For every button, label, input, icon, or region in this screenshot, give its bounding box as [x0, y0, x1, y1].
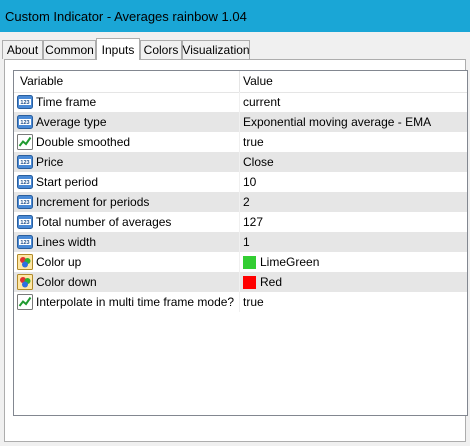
window-titlebar[interactable]: Custom Indicator - Averages rainbow 1.04 — [0, 0, 470, 32]
table-row[interactable]: Interpolate in multi time frame mode? tru… — [14, 292, 467, 312]
variable-cell: 123 Increment for periods — [14, 192, 240, 212]
tab-about[interactable]: About — [2, 40, 43, 59]
tab-visualization[interactable]: Visualization — [182, 40, 250, 59]
value-text: LimeGreen — [260, 255, 320, 269]
variable-label: Color up — [36, 255, 82, 269]
tab-colors-label: Colors — [143, 43, 179, 57]
tab-common-label: Common — [45, 43, 94, 57]
table-row[interactable]: 123 Price Close — [14, 152, 467, 172]
value-cell[interactable]: true — [243, 292, 264, 312]
value-text: true — [243, 135, 264, 149]
tab-about-label: About — [6, 43, 39, 57]
value-cell[interactable]: true — [243, 132, 264, 152]
tab-inputs-label: Inputs — [101, 42, 135, 57]
numeric-123-icon: 123 — [17, 174, 33, 190]
value-cell[interactable]: Exponential moving average - EMA — [243, 112, 431, 132]
variable-cell: Color up — [14, 252, 240, 272]
value-cell[interactable]: 1 — [243, 232, 250, 252]
variable-cell: Interpolate in multi time frame mode? — [14, 292, 240, 312]
tab-common[interactable]: Common — [43, 40, 96, 59]
table-row[interactable]: Double smoothed true — [14, 132, 467, 152]
svg-text:123: 123 — [20, 180, 29, 186]
tab-strip: About Common Inputs Colors Visualization — [0, 38, 470, 60]
value-cell[interactable]: LimeGreen — [243, 252, 319, 272]
tab-colors[interactable]: Colors — [140, 40, 182, 59]
value-text: 2 — [243, 195, 250, 209]
column-header-value-label: Value — [243, 74, 273, 88]
color-icon — [17, 254, 33, 270]
variable-cell: 123 Average type — [14, 112, 240, 132]
value-text: Close — [243, 155, 274, 169]
inputs-grid[interactable]: Variable Value 123 Time frame current 123 Av… — [13, 70, 468, 416]
value-text: current — [243, 95, 281, 109]
variable-label: Interpolate in multi time frame mode? — [36, 295, 235, 309]
table-row[interactable]: Color up LimeGreen — [14, 252, 467, 272]
svg-text:123: 123 — [20, 120, 29, 126]
numeric-123-icon: 123 — [17, 94, 33, 110]
value-text: 127 — [243, 215, 264, 229]
variable-cell: Color down — [14, 272, 240, 292]
table-row[interactable]: 123 Total number of averages 127 — [14, 212, 467, 232]
variable-label: Total number of averages — [36, 215, 172, 229]
table-row[interactable]: 123 Time frame current — [14, 92, 467, 112]
numeric-123-icon: 123 — [17, 214, 33, 230]
variable-label: Price — [36, 155, 64, 169]
variable-label: Color down — [36, 275, 97, 289]
svg-text:123: 123 — [20, 240, 29, 246]
variable-label: Lines width — [36, 235, 97, 249]
variable-cell: Double smoothed — [14, 132, 240, 152]
variable-label: Average type — [36, 115, 107, 129]
variable-cell: 123 Price — [14, 152, 240, 172]
numeric-123-icon: 123 — [17, 194, 33, 210]
variable-cell: 123 Start period — [14, 172, 240, 192]
column-header-variable[interactable]: Variable — [14, 71, 240, 92]
table-row[interactable]: 123 Average type Exponential moving averag… — [14, 112, 467, 132]
color-swatch — [243, 255, 256, 269]
value-text: Exponential moving average - EMA — [243, 115, 432, 129]
column-header-variable-label: Variable — [20, 74, 64, 88]
tab-inputs[interactable]: Inputs — [96, 38, 140, 60]
table-row[interactable]: 123 Start period 10 — [14, 172, 467, 192]
table-row[interactable]: 123 Increment for periods 2 — [14, 192, 467, 212]
variable-label: Start period — [36, 175, 99, 189]
value-cell[interactable]: Red — [243, 272, 282, 292]
value-text: 10 — [243, 175, 257, 189]
grid-header: Variable Value — [14, 71, 467, 93]
table-row[interactable]: 123 Lines width 1 — [14, 232, 467, 252]
variable-label: Increment for periods — [36, 195, 150, 209]
numeric-123-icon: 123 — [17, 234, 33, 250]
window-title: Custom Indicator - Averages rainbow 1.04 — [5, 8, 247, 24]
svg-text:123: 123 — [20, 100, 29, 106]
variable-cell: 123 Lines width — [14, 232, 240, 252]
value-text: Red — [260, 275, 283, 289]
numeric-123-icon: 123 — [17, 154, 33, 170]
variable-label: Double smoothed — [36, 135, 131, 149]
svg-text:123: 123 — [20, 160, 29, 166]
value-cell[interactable]: 10 — [243, 172, 256, 192]
value-cell[interactable]: current — [243, 92, 280, 112]
variable-label: Time frame — [36, 95, 97, 109]
boolean-chart-icon — [17, 294, 33, 310]
value-cell[interactable]: Close — [243, 152, 274, 172]
variable-cell: 123 Time frame — [14, 92, 240, 112]
tab-visualization-label: Visualization — [182, 43, 250, 57]
value-cell[interactable]: 127 — [243, 212, 263, 232]
value-cell[interactable]: 2 — [243, 192, 250, 212]
svg-text:123: 123 — [20, 220, 29, 226]
variable-cell: 123 Total number of averages — [14, 212, 240, 232]
numeric-123-icon: 123 — [17, 114, 33, 130]
column-header-value[interactable]: Value — [240, 71, 273, 92]
color-icon — [17, 274, 33, 290]
table-row[interactable]: Color down Red — [14, 272, 467, 292]
svg-text:123: 123 — [20, 200, 29, 206]
color-swatch — [243, 275, 256, 289]
boolean-chart-icon — [17, 134, 33, 150]
value-text: true — [243, 295, 264, 309]
value-text: 1 — [243, 235, 250, 249]
